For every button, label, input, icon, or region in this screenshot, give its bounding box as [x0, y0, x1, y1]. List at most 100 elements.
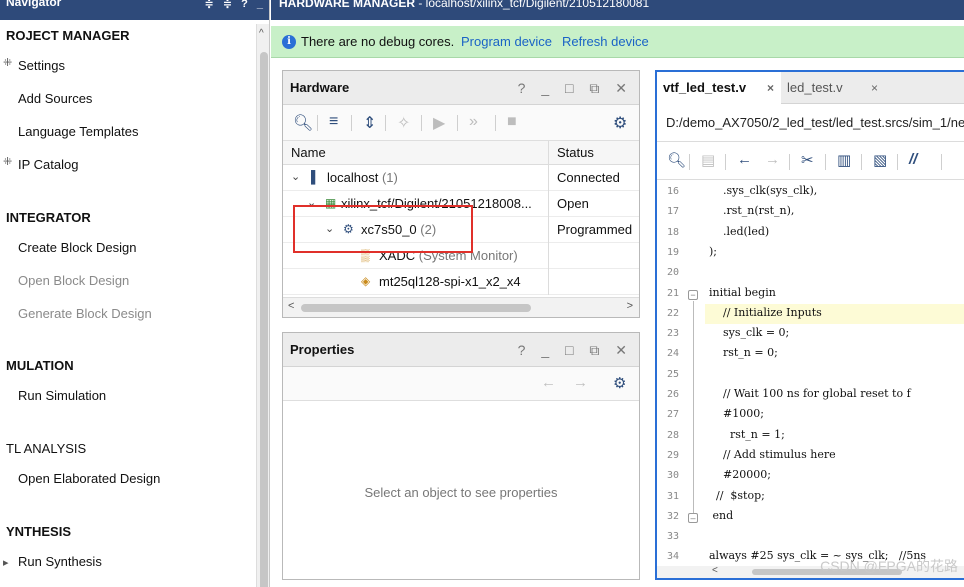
- hardware-manager-title-bar: HARDWARE MANAGER - localhost/xilinx_tcf/…: [271, 0, 964, 20]
- fold-collapse-icon[interactable]: −: [688, 289, 698, 300]
- run-trigger-immediate-icon: »: [469, 113, 478, 130]
- gear-icon[interactable]: ⚙: [613, 113, 627, 133]
- code-line: // Wait 100 ns for global reset to f: [709, 387, 911, 400]
- code-line: rst_n = 0;: [709, 346, 778, 360]
- editor-file-path: D:/demo_AX7050/2_led_test/led_test.srcs/…: [657, 104, 964, 142]
- code-line: // $stop;: [709, 488, 765, 502]
- section-synthesis[interactable]: YNTHESIS: [6, 524, 71, 539]
- editor-toolbar: 🔍︎ ▤ ← → ✂ ▥ ▧ //: [657, 142, 964, 180]
- code-line: // Add stimulus here: [709, 447, 836, 461]
- search-icon[interactable]: 🔍︎: [293, 113, 313, 133]
- tree-label: mt25ql128-spi-x1_x2_x4: [379, 274, 521, 289]
- status-value: Open: [557, 196, 589, 211]
- tree-row-flash-memory[interactable]: ◈ mt25ql128-spi-x1_x2_x4: [283, 269, 639, 295]
- line-number: 20: [667, 267, 680, 279]
- run-synthesis-play-icon: ▸: [3, 557, 9, 569]
- nav-item-language-templates[interactable]: Language Templates: [18, 124, 138, 139]
- code-line: .sys_clk(sys_clk),: [709, 184, 818, 197]
- line-number: 22: [667, 307, 680, 319]
- search-icon[interactable]: 🔍︎: [667, 151, 686, 169]
- tab-vtf-led-test[interactable]: vtf_led_test.v ×: [657, 72, 781, 105]
- source-editor: vtf_led_test.v × led_test.v × D:/demo_AX…: [655, 70, 964, 580]
- hardware-panel-header: Hardware ? _ □ ⧉ ✕: [283, 71, 639, 105]
- editor-tab-bar: vtf_led_test.v × led_test.v ×: [657, 72, 964, 105]
- close-icon[interactable]: ×: [767, 81, 774, 95]
- scroll-left-icon[interactable]: <: [712, 565, 718, 576]
- undo-icon[interactable]: ←: [737, 151, 752, 168]
- nav-item-run-simulation[interactable]: Run Simulation: [18, 388, 106, 403]
- properties-empty-message: Select an object to see properties: [364, 485, 558, 500]
- section-ip-integrator[interactable]: INTEGRATOR: [6, 210, 91, 225]
- line-number: 19: [667, 246, 680, 258]
- navigator-scrollbar[interactable]: ^: [256, 24, 269, 587]
- section-simulation[interactable]: MULATION: [6, 358, 74, 373]
- line-number: 34: [667, 551, 680, 563]
- navigator-title: Navigator: [6, 0, 62, 9]
- forward-arrow-icon: →: [573, 374, 588, 391]
- flow-navigator: Navigator ≑ ≑ ? _ ROJECT MANAGER ⁜ Setti…: [0, 0, 270, 587]
- code-line: #1000;: [709, 407, 764, 421]
- code-line: end: [709, 508, 734, 522]
- line-number: 24: [667, 348, 680, 360]
- back-arrow-icon: ←: [541, 374, 556, 391]
- scroll-left-icon[interactable]: <: [288, 300, 294, 312]
- navigator-scroll-thumb[interactable]: [260, 52, 268, 587]
- nav-item-run-synthesis[interactable]: Run Synthesis: [18, 554, 102, 569]
- nav-item-settings[interactable]: Settings: [18, 58, 65, 73]
- section-rtl-analysis[interactable]: TL ANALYSIS: [6, 441, 86, 456]
- hardware-target-path: - localhost/xilinx_tcf/Digilent/21051218…: [415, 0, 650, 10]
- nav-item-open-elaborated-design[interactable]: Open Elaborated Design: [18, 471, 160, 486]
- server-icon: ▌: [311, 170, 320, 184]
- column-status[interactable]: Status: [557, 145, 594, 160]
- properties-panel-controls[interactable]: ? _ □ ⧉ ✕: [518, 342, 633, 359]
- stop-trigger-icon: ■: [507, 113, 517, 130]
- hardware-panel-controls[interactable]: ? _ □ ⧉ ✕: [518, 80, 633, 97]
- scroll-right-icon[interactable]: >: [627, 300, 633, 312]
- code-line: // Initialize Inputs: [709, 305, 822, 319]
- comment-toggle-icon[interactable]: //: [909, 151, 917, 168]
- debug-message: There are no debug cores.: [301, 34, 455, 49]
- nav-item-add-sources[interactable]: Add Sources: [18, 91, 92, 106]
- cut-icon[interactable]: ✂: [801, 151, 814, 169]
- code-line: initial begin: [709, 285, 776, 299]
- nav-item-ip-catalog[interactable]: IP Catalog: [18, 157, 78, 172]
- code-line: .led(led): [709, 224, 770, 238]
- watermark: CSDN @FPGA的花路: [820, 558, 958, 574]
- chevron-down-icon[interactable]: ⌄: [291, 170, 300, 183]
- redo-icon: →: [765, 151, 780, 168]
- hardware-horizontal-scrollbar[interactable]: < >: [283, 297, 639, 317]
- settings-gear-icon: ⁜: [3, 57, 13, 69]
- hardware-panel: Hardware ? _ □ ⧉ ✕ 🔍︎ ≡ ⇕ ✧ ▶ » ■ ⚙ Name…: [282, 70, 640, 318]
- debug-core-banner: i There are no debug cores. Program devi…: [271, 26, 964, 58]
- gear-icon[interactable]: ⚙: [613, 374, 626, 392]
- hardware-scroll-thumb[interactable]: [301, 304, 531, 312]
- fold-guide-line: [693, 300, 694, 514]
- properties-panel-title: Properties: [290, 342, 355, 357]
- nav-item-open-block-design: Open Block Design: [18, 273, 130, 288]
- line-number: 33: [667, 531, 680, 543]
- file-path-text: D:/demo_AX7050/2_led_test/led_test.srcs/…: [666, 115, 964, 130]
- auto-connect-icon: ✧: [397, 115, 411, 132]
- program-device-link[interactable]: Program device: [461, 34, 552, 49]
- expand-all-icon[interactable]: ⇕: [363, 113, 376, 133]
- section-project-manager[interactable]: ROJECT MANAGER: [6, 28, 130, 43]
- scroll-up-icon[interactable]: ^: [259, 28, 264, 39]
- nav-item-create-block-design[interactable]: Create Block Design: [18, 240, 137, 255]
- code-line: );: [709, 244, 717, 258]
- close-icon[interactable]: ×: [871, 81, 878, 95]
- collapse-all-icon[interactable]: ≡: [329, 113, 338, 131]
- flash-memory-icon: ◈: [361, 274, 371, 288]
- line-number: 30: [667, 470, 680, 482]
- navigator-controls[interactable]: ≑ ≑ ? _: [205, 0, 266, 10]
- paste-icon[interactable]: ▧: [873, 151, 887, 169]
- info-icon: i: [282, 35, 296, 49]
- run-trigger-icon: ▶: [433, 115, 446, 132]
- column-name[interactable]: Name: [291, 145, 326, 160]
- tab-led-test[interactable]: led_test.v ×: [781, 72, 891, 104]
- code-line: sys_clk = 0;: [709, 326, 790, 340]
- hardware-column-header: Name Status: [283, 141, 639, 165]
- properties-panel-header: Properties ? _ □ ⧉ ✕: [283, 333, 639, 367]
- tree-row-localhost[interactable]: ⌄ ▌ localhost (1) Connected: [283, 165, 639, 191]
- copy-icon[interactable]: ▥: [837, 151, 851, 169]
- refresh-device-link[interactable]: Refresh device: [562, 34, 649, 49]
